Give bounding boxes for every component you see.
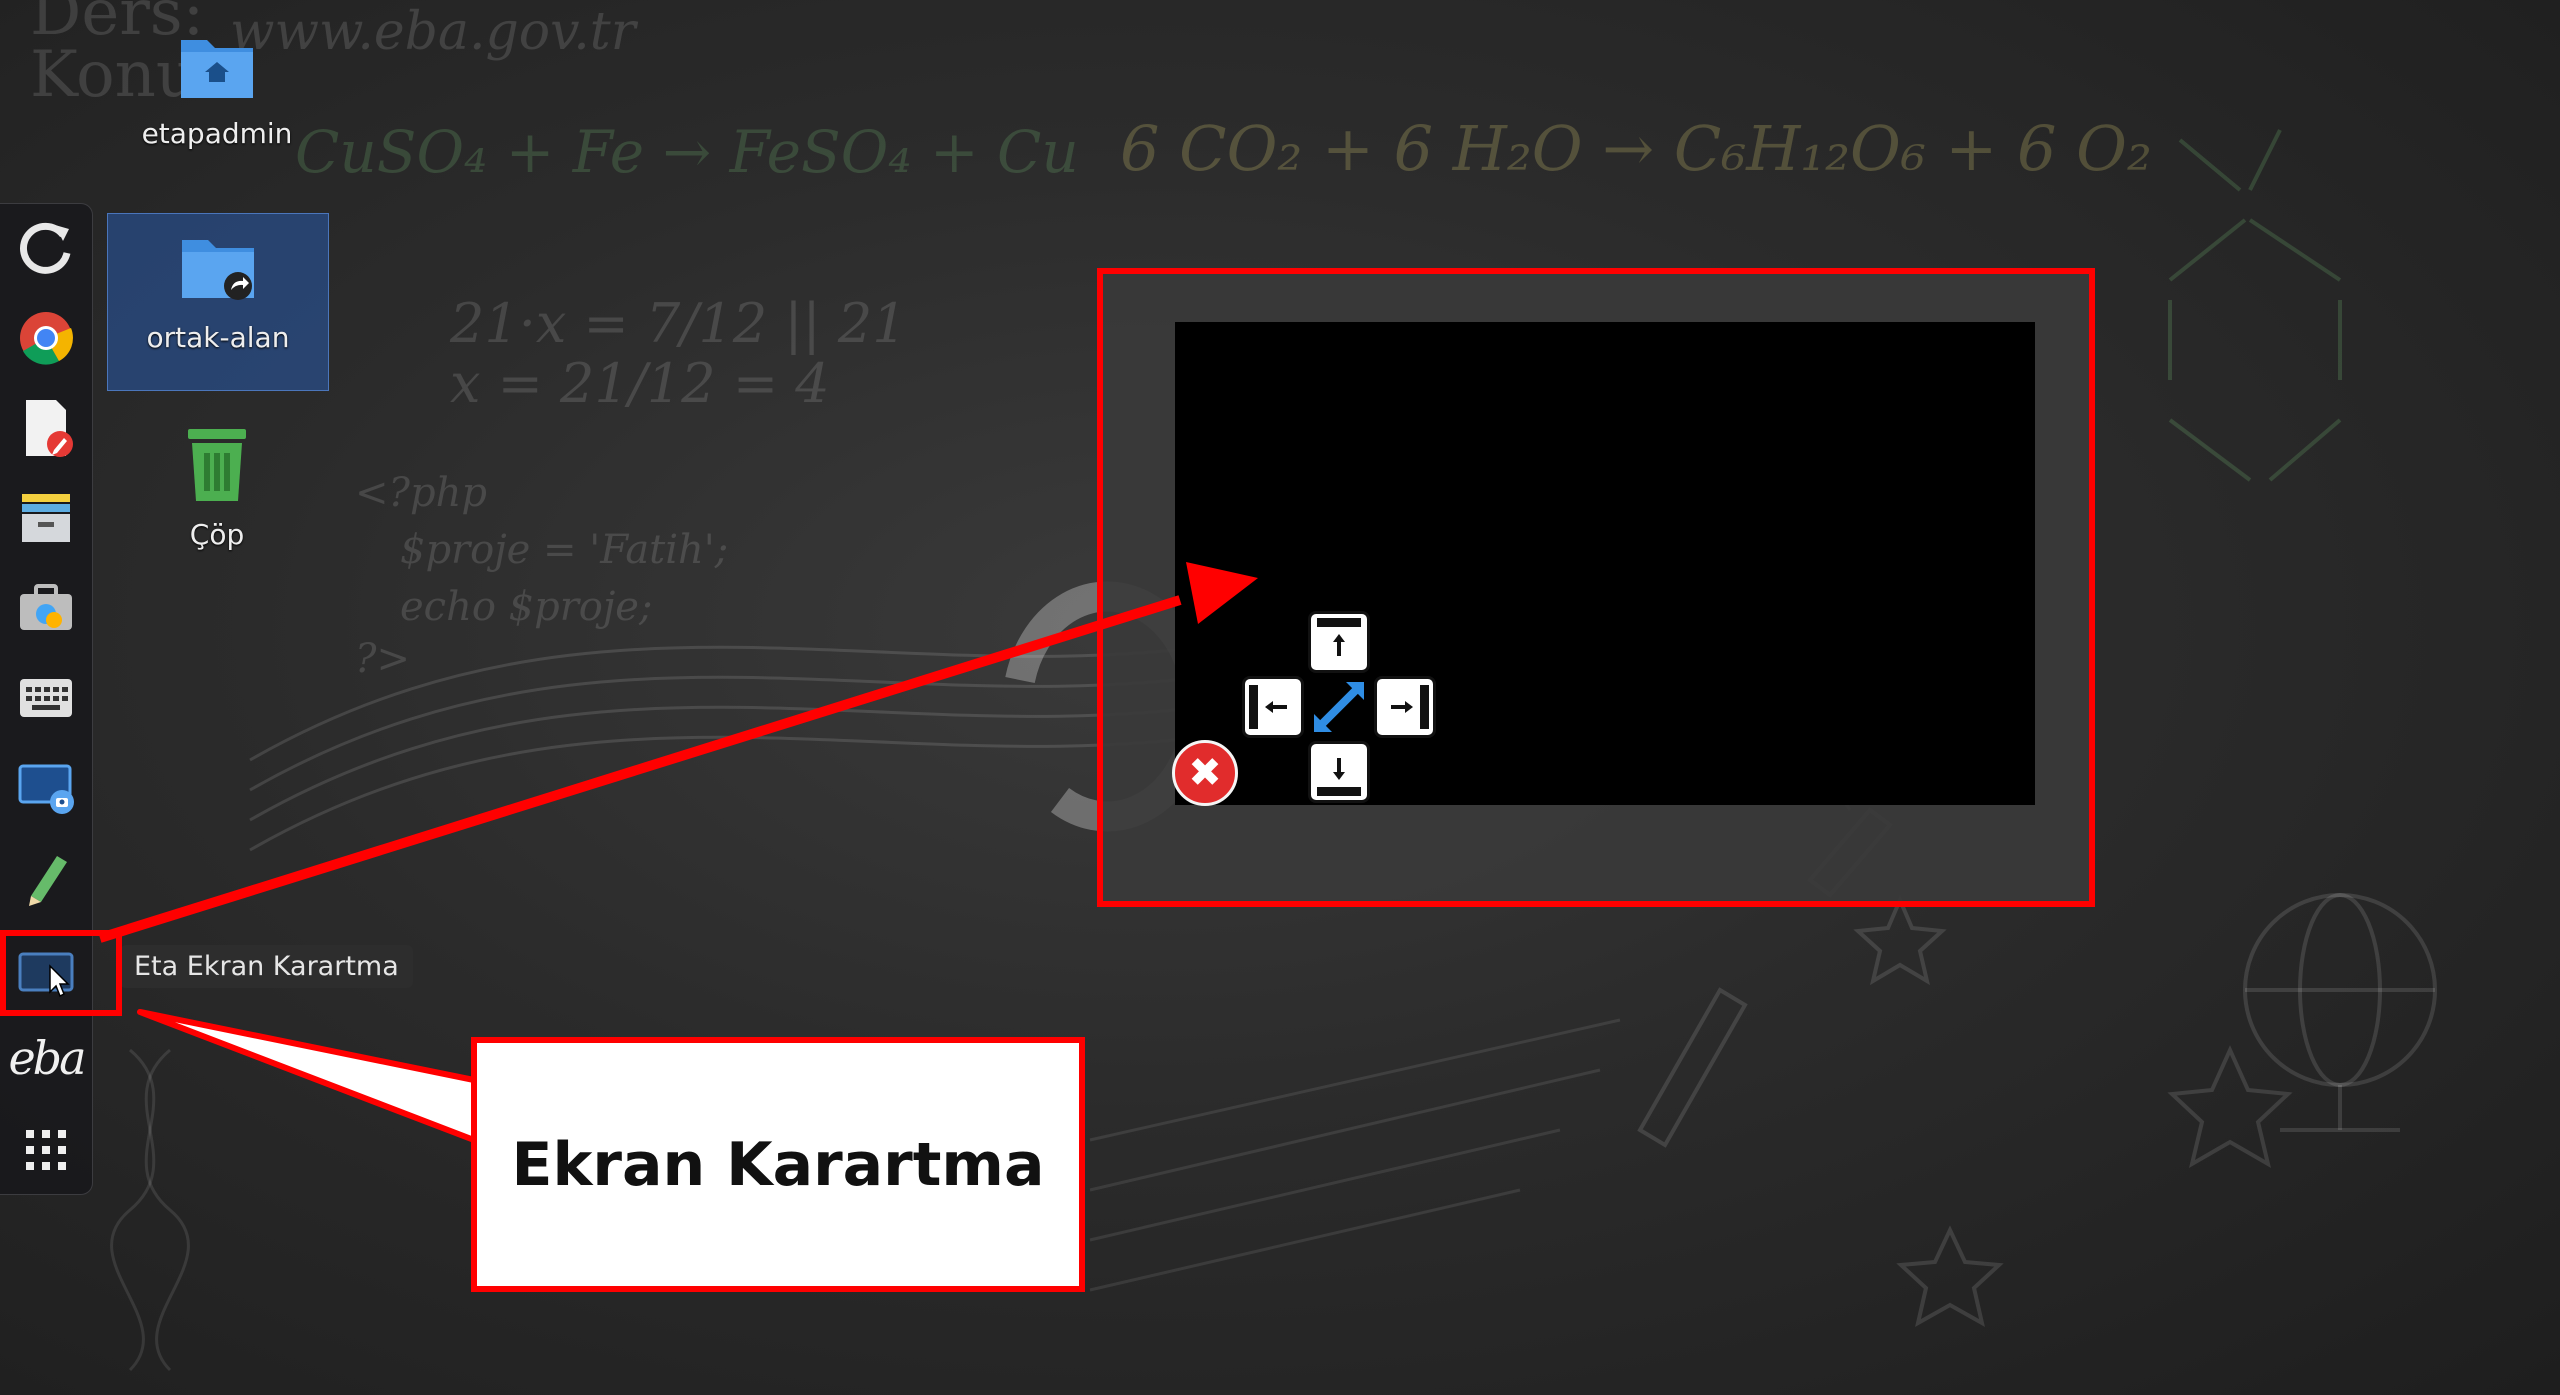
desktop-icon-trash[interactable]: Çöp <box>107 425 327 551</box>
dock-item-screenshot[interactable] <box>0 748 92 828</box>
move-down-button[interactable] <box>1308 741 1370 803</box>
dock-item-files[interactable] <box>0 478 92 558</box>
refresh-icon <box>20 222 71 274</box>
keyboard-icon <box>20 679 72 717</box>
desktop-icon-label: etapadmin <box>141 117 293 150</box>
dock-item-app-grid[interactable] <box>0 1110 92 1190</box>
dock-item-chrome[interactable] <box>0 298 92 378</box>
shared-folder-icon <box>182 240 254 300</box>
arrow-down-icon <box>1317 758 1361 796</box>
callout-label: Ekran Karartma <box>471 1037 1085 1292</box>
dock-item-pencil[interactable] <box>0 838 92 918</box>
dock-item-pdf-editor[interactable] <box>0 388 92 468</box>
desktop-icon-etapadmin[interactable]: etapadmin <box>107 30 327 150</box>
trash-icon <box>188 429 246 501</box>
close-button[interactable]: ✖ <box>1172 740 1238 806</box>
desktop-icon-label: ortak-alan <box>146 321 290 354</box>
desktop-icon-ortak-alan[interactable]: ortak-alan <box>107 213 329 391</box>
dimmer-black-screen[interactable] <box>1175 322 2035 805</box>
arrow-left-icon <box>1249 685 1287 729</box>
eba-icon: eba <box>8 1031 86 1085</box>
arrow-right-icon <box>1391 685 1429 729</box>
home-folder-icon <box>181 40 253 98</box>
chrome-icon <box>20 312 73 365</box>
arrow-up-icon <box>1317 618 1361 656</box>
resize-icon[interactable] <box>1306 674 1372 740</box>
dock-item-refresh[interactable] <box>0 208 92 288</box>
dock-item-keyboard[interactable] <box>0 658 92 738</box>
pencil-icon <box>29 856 67 906</box>
dock-tooltip: Eta Ekran Karartma <box>120 945 413 988</box>
files-icon <box>22 494 70 542</box>
move-left-button[interactable] <box>1242 676 1304 738</box>
toolbox-icon <box>20 584 72 630</box>
dock-item-eba[interactable]: eba <box>0 1018 92 1098</box>
screenshot-icon <box>18 764 74 814</box>
desktop-icon-label: Çöp <box>189 518 245 551</box>
pdf-editor-icon <box>26 400 73 457</box>
move-right-button[interactable] <box>1374 676 1436 738</box>
move-up-button[interactable] <box>1308 611 1370 673</box>
dock-item-toolbox[interactable] <box>0 568 92 648</box>
dock-item-highlight <box>0 930 122 1016</box>
app-grid-icon <box>26 1130 66 1170</box>
